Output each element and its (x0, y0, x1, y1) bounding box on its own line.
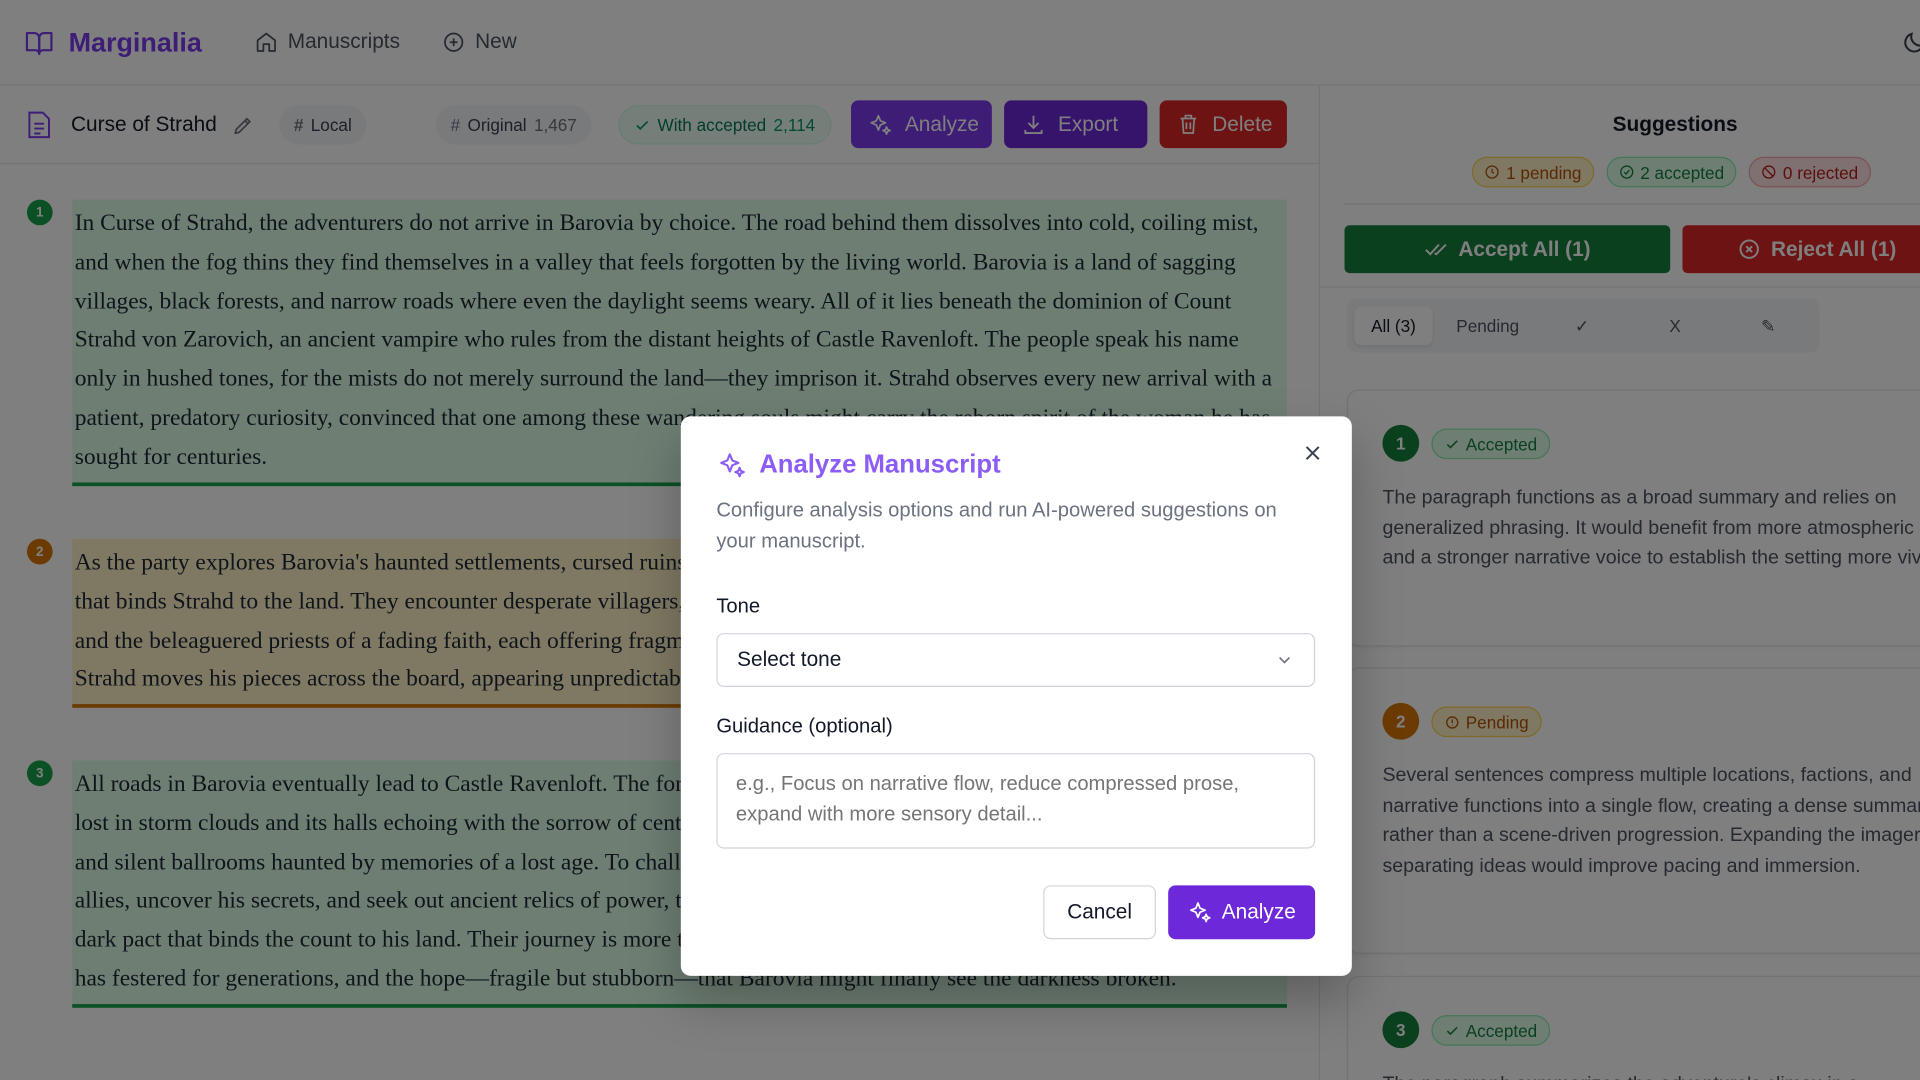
app-screen: Marginalia Manuscripts New Curse of Stra (0, 0, 1920, 1080)
analyze-dialog: Analyze Manuscript Configure analysis op… (680, 416, 1352, 976)
dialog-title-group: Analyze Manuscript (718, 451, 1001, 480)
dialog-analyze-label: Analyze (1221, 900, 1296, 924)
chevron-down-icon (1275, 650, 1295, 670)
guidance-label: Guidance (optional) (716, 715, 893, 738)
close-button[interactable] (1300, 441, 1324, 465)
dialog-analyze-button[interactable]: Analyze (1168, 885, 1316, 940)
cancel-button[interactable]: Cancel (1043, 885, 1156, 940)
dialog-description: Configure analysis options and run AI-po… (716, 499, 1277, 552)
tone-select-value: Select tone (737, 647, 842, 672)
sparkles-icon (1187, 900, 1211, 924)
guidance-input[interactable] (716, 753, 1316, 849)
tone-label: Tone (716, 595, 761, 618)
sparkles-icon (718, 451, 747, 480)
close-icon (1300, 441, 1324, 465)
dialog-title: Analyze Manuscript (759, 450, 1001, 479)
tone-select[interactable]: Select tone (716, 633, 1316, 687)
